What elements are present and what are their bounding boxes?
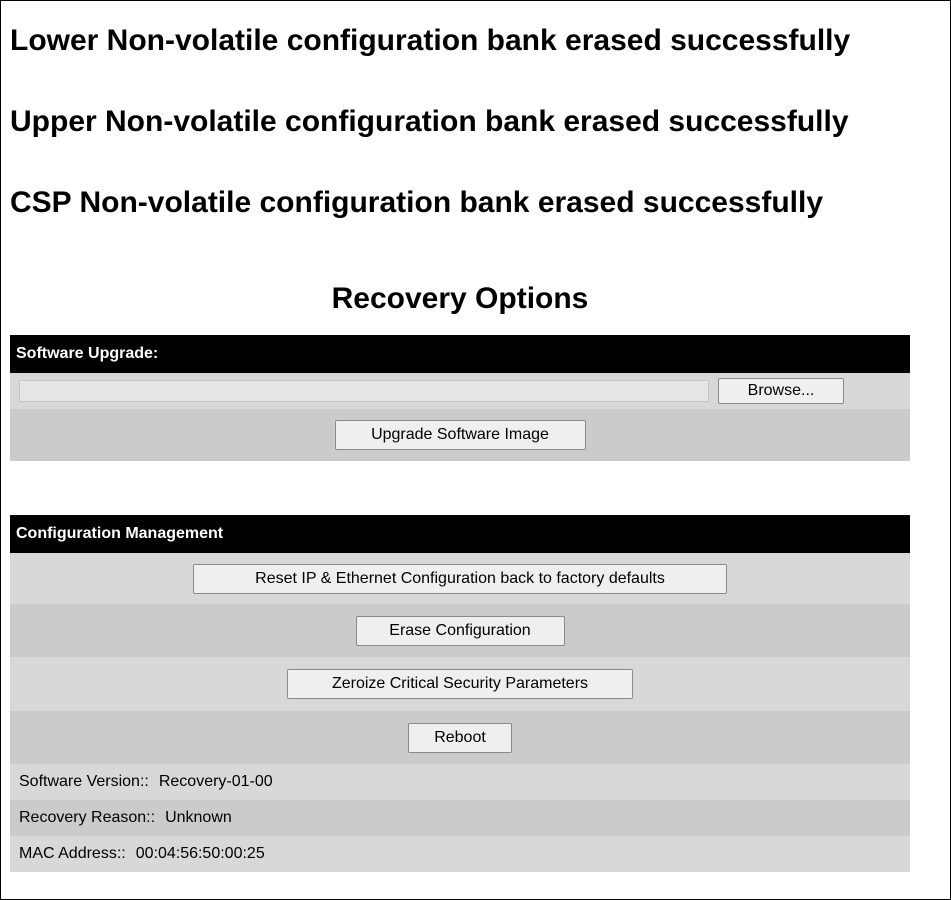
upgrade-row: Upgrade Software Image <box>10 409 910 461</box>
page-frame: Lower Non-volatile configuration bank er… <box>0 0 951 900</box>
software-version-row: Software Version:: Recovery-01-00 <box>10 764 910 800</box>
file-path-field[interactable] <box>19 380 709 402</box>
zeroize-row: Zeroize Critical Security Parameters <box>10 657 910 711</box>
erase-configuration-button[interactable]: Erase Configuration <box>355 615 565 646</box>
software-upgrade-panel: Software Upgrade: Browse... Upgrade Soft… <box>10 335 910 461</box>
reset-config-row: Reset IP & Ethernet Configuration back t… <box>10 553 910 604</box>
software-version-label: Software Version:: <box>19 773 149 790</box>
mac-address-value: 00:04:56:50:00:25 <box>135 845 265 862</box>
status-messages: Lower Non-volatile configuration bank er… <box>10 19 850 262</box>
software-version-value: Recovery-01-00 <box>158 773 273 790</box>
mac-address-label: MAC Address:: <box>19 845 126 862</box>
configuration-management-panel: Configuration Management Reset IP & Ethe… <box>10 515 910 872</box>
configuration-management-header: Configuration Management <box>10 515 910 553</box>
erase-config-row: Erase Configuration <box>10 604 910 657</box>
file-select-row: Browse... <box>10 373 910 409</box>
browse-button[interactable]: Browse... <box>718 378 844 404</box>
reboot-button[interactable]: Reboot <box>408 722 512 753</box>
zeroize-csp-button[interactable]: Zeroize Critical Security Parameters <box>287 669 633 699</box>
upgrade-software-image-button[interactable]: Upgrade Software Image <box>334 420 586 450</box>
reboot-row: Reboot <box>10 711 910 764</box>
mac-address-row: MAC Address:: 00:04:56:50:00:25 <box>10 836 910 872</box>
reset-ip-ethernet-button[interactable]: Reset IP & Ethernet Configuration back t… <box>193 563 727 594</box>
recovery-options-title: Recovery Options <box>331 282 589 315</box>
recovery-reason-value: Unknown <box>165 809 232 826</box>
software-upgrade-header: Software Upgrade: <box>10 335 910 373</box>
status-message-upper-bank: Upper Non-volatile configuration bank er… <box>10 105 849 138</box>
recovery-reason-label: Recovery Reason:: <box>19 809 156 826</box>
status-message-lower-bank: Lower Non-volatile configuration bank er… <box>10 24 851 57</box>
recovery-reason-row: Recovery Reason:: Unknown <box>10 800 910 836</box>
status-message-csp-bank: CSP Non-volatile configuration bank eras… <box>10 186 824 219</box>
